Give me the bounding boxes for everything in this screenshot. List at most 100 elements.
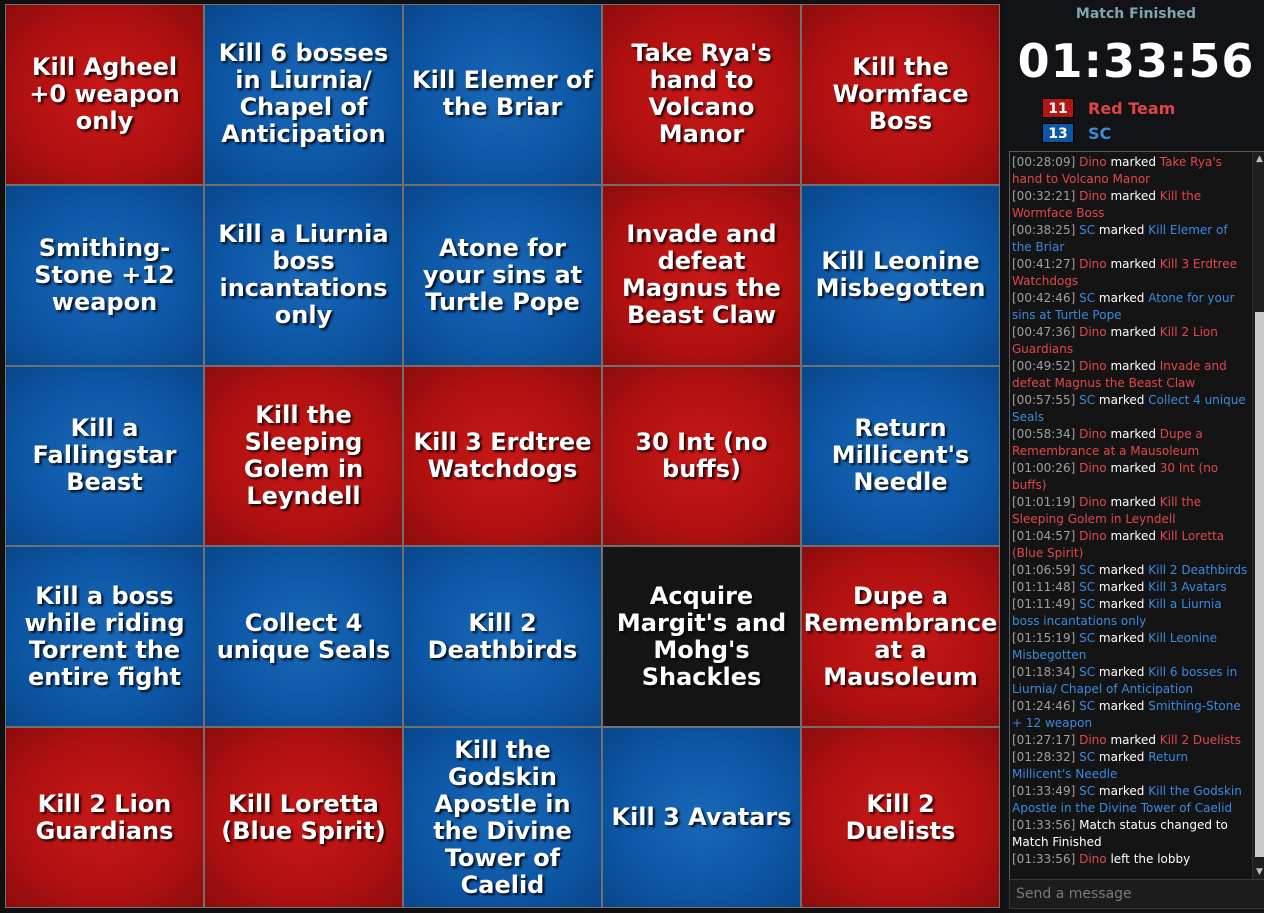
log-player: Dino <box>1079 257 1107 271</box>
log-player: SC <box>1079 291 1096 305</box>
log-player: Dino <box>1079 461 1107 475</box>
team-blue-score: 13 SC <box>1042 123 1111 143</box>
bingo-square[interactable]: Kill 6 bosses in Liurnia/ Chapel of Anti… <box>205 5 402 184</box>
bingo-square[interactable]: Kill Loretta (Blue Spirit) <box>205 728 402 907</box>
log-action: marked <box>1095 597 1149 611</box>
bingo-square[interactable]: Kill 2 Duelists <box>802 728 999 907</box>
log-action: marked <box>1106 189 1160 203</box>
bingo-square[interactable]: Dupe a Remembrance at a Mausoleum <box>802 547 999 727</box>
log-entry: [01:33:56] Match status changed to Match… <box>1012 817 1250 851</box>
log-action: marked <box>1095 750 1149 764</box>
log-player: Dino <box>1079 529 1107 543</box>
bingo-square[interactable]: Collect 4 unique Seals <box>205 547 402 727</box>
bingo-square[interactable]: Kill Agheel +0 weapon only <box>6 5 203 184</box>
scroll-down-arrow-icon[interactable]: ▼ <box>1253 865 1264 879</box>
log-timestamp: [01:33:56] <box>1012 852 1076 866</box>
bingo-square[interactable]: Kill Leonine Misbegotten <box>802 185 999 365</box>
bingo-square[interactable]: Take Rya's hand to Volcano Manor <box>603 5 800 184</box>
bingo-square[interactable]: Return Millicent's Needle <box>802 366 999 546</box>
bingo-square[interactable]: Kill a Liurnia boss incantations only <box>205 185 402 365</box>
bingo-square[interactable]: Kill 3 Erdtree Watchdogs <box>404 366 601 546</box>
log-entry: [00:49:52] Dino marked Invade and defeat… <box>1012 358 1250 392</box>
bingo-square[interactable]: Kill Elemer of the Briar <box>404 5 601 184</box>
log-entry: [00:41:27] Dino marked Kill 3 Erdtree Wa… <box>1012 256 1250 290</box>
log-timestamp: [01:33:49] <box>1012 784 1076 798</box>
log-goal: Kill 2 Duelists <box>1159 733 1242 747</box>
chat-log: [00:28:09] Dino marked Take Rya's hand t… <box>1012 154 1250 876</box>
bingo-square[interactable]: Kill 3 Avatars <box>603 728 800 907</box>
chat-log-panel[interactable]: [00:28:09] Dino marked Take Rya's hand t… <box>1009 151 1264 880</box>
log-timestamp: [00:49:52] <box>1012 359 1076 373</box>
log-action: marked <box>1095 393 1149 407</box>
bingo-square[interactable]: Kill the Sleeping Golem in Leyndell <box>205 366 402 546</box>
log-action: marked <box>1095 784 1149 798</box>
log-player: Dino <box>1079 155 1107 169</box>
log-player: SC <box>1079 580 1096 594</box>
log-timestamp: [01:01:19] <box>1012 495 1076 509</box>
log-action: marked <box>1106 461 1160 475</box>
log-entry: [00:38:25] SC marked Kill Elemer of the … <box>1012 222 1250 256</box>
log-action: marked <box>1106 155 1160 169</box>
team-blue-name: SC <box>1088 123 1112 143</box>
log-timestamp: [00:58:34] <box>1012 427 1076 441</box>
log-player: SC <box>1079 223 1096 237</box>
log-action: marked <box>1095 223 1149 237</box>
log-player: SC <box>1079 631 1096 645</box>
log-action: marked <box>1095 291 1149 305</box>
log-action: marked <box>1106 257 1160 271</box>
log-timestamp: [01:18:34] <box>1012 665 1076 679</box>
log-timestamp: [00:47:36] <box>1012 325 1076 339</box>
log-player: SC <box>1079 699 1096 713</box>
bingo-square[interactable]: Smithing-Stone +12 weapon <box>6 185 203 365</box>
log-player: SC <box>1079 597 1096 611</box>
log-player: Dino <box>1079 852 1107 866</box>
bingo-square[interactable]: Kill a boss while riding Torrent the ent… <box>6 547 203 727</box>
log-action: marked <box>1095 699 1149 713</box>
log-timestamp: [00:38:25] <box>1012 223 1076 237</box>
team-red-count: 11 <box>1042 98 1074 118</box>
log-entry: [00:57:55] SC marked Collect 4 unique Se… <box>1012 392 1250 426</box>
chat-message-input[interactable] <box>1009 879 1264 909</box>
log-entry: [01:28:32] SC marked Return Millicent's … <box>1012 749 1250 783</box>
log-player: Dino <box>1079 733 1107 747</box>
bingo-square[interactable]: Kill the Godskin Apostle in the Divine T… <box>404 728 601 907</box>
bingo-square[interactable]: Atone for your sins at Turtle Pope <box>404 185 601 365</box>
log-timestamp: [00:41:27] <box>1012 257 1076 271</box>
log-player: Dino <box>1079 325 1107 339</box>
match-timer: 01:33:56 <box>1017 34 1255 88</box>
bingo-square[interactable]: Kill 2 Lion Guardians <box>6 728 203 907</box>
log-timestamp: [01:00:26] <box>1012 461 1076 475</box>
log-entry: [01:15:19] SC marked Kill Leonine Misbeg… <box>1012 630 1250 664</box>
bingo-square[interactable]: Kill 2 Deathbirds <box>404 547 601 727</box>
log-action: marked <box>1106 529 1160 543</box>
bingo-square[interactable]: 30 Int (no buffs) <box>603 366 800 546</box>
log-entry: [01:04:57] Dino marked Kill Loretta (Blu… <box>1012 528 1250 562</box>
log-timestamp: [01:33:56] <box>1012 818 1076 832</box>
log-entry: [01:06:59] SC marked Kill 2 Deathbirds <box>1012 562 1250 579</box>
log-player: Dino <box>1079 189 1107 203</box>
log-entry: [00:47:36] Dino marked Kill 2 Lion Guard… <box>1012 324 1250 358</box>
log-entry: [01:24:46] SC marked Smithing-Stone + 12… <box>1012 698 1250 732</box>
chat-scrollbar[interactable]: ▲ ▼ <box>1252 152 1264 879</box>
log-entry: [01:11:49] SC marked Kill a Liurnia boss… <box>1012 596 1250 630</box>
scroll-up-arrow-icon[interactable]: ▲ <box>1253 152 1264 166</box>
bingo-square[interactable]: Kill the Wormface Boss <box>802 5 999 184</box>
log-action: marked <box>1106 359 1160 373</box>
bingo-square[interactable]: Acquire Margit's and Mohg's Shackles <box>603 547 800 727</box>
log-action: marked <box>1106 495 1160 509</box>
log-player: SC <box>1079 563 1096 577</box>
log-player: Dino <box>1079 359 1107 373</box>
log-timestamp: [01:15:19] <box>1012 631 1076 645</box>
scroll-thumb[interactable] <box>1255 312 1264 857</box>
bingo-square[interactable]: Invade and defeat Magnus the Beast Claw <box>603 185 800 365</box>
log-action: marked <box>1095 665 1149 679</box>
log-entry: [00:28:09] Dino marked Take Rya's hand t… <box>1012 154 1250 188</box>
log-entry: [01:33:56] Dino left the lobby <box>1012 851 1250 868</box>
bingo-square[interactable]: Kill a Fallingstar Beast <box>6 366 203 546</box>
log-timestamp: [01:24:46] <box>1012 699 1076 713</box>
log-timestamp: [01:04:57] <box>1012 529 1076 543</box>
team-red-name: Red Team <box>1088 98 1176 118</box>
log-timestamp: [01:27:17] <box>1012 733 1076 747</box>
log-action: marked <box>1106 427 1160 441</box>
log-timestamp: [01:11:49] <box>1012 597 1076 611</box>
